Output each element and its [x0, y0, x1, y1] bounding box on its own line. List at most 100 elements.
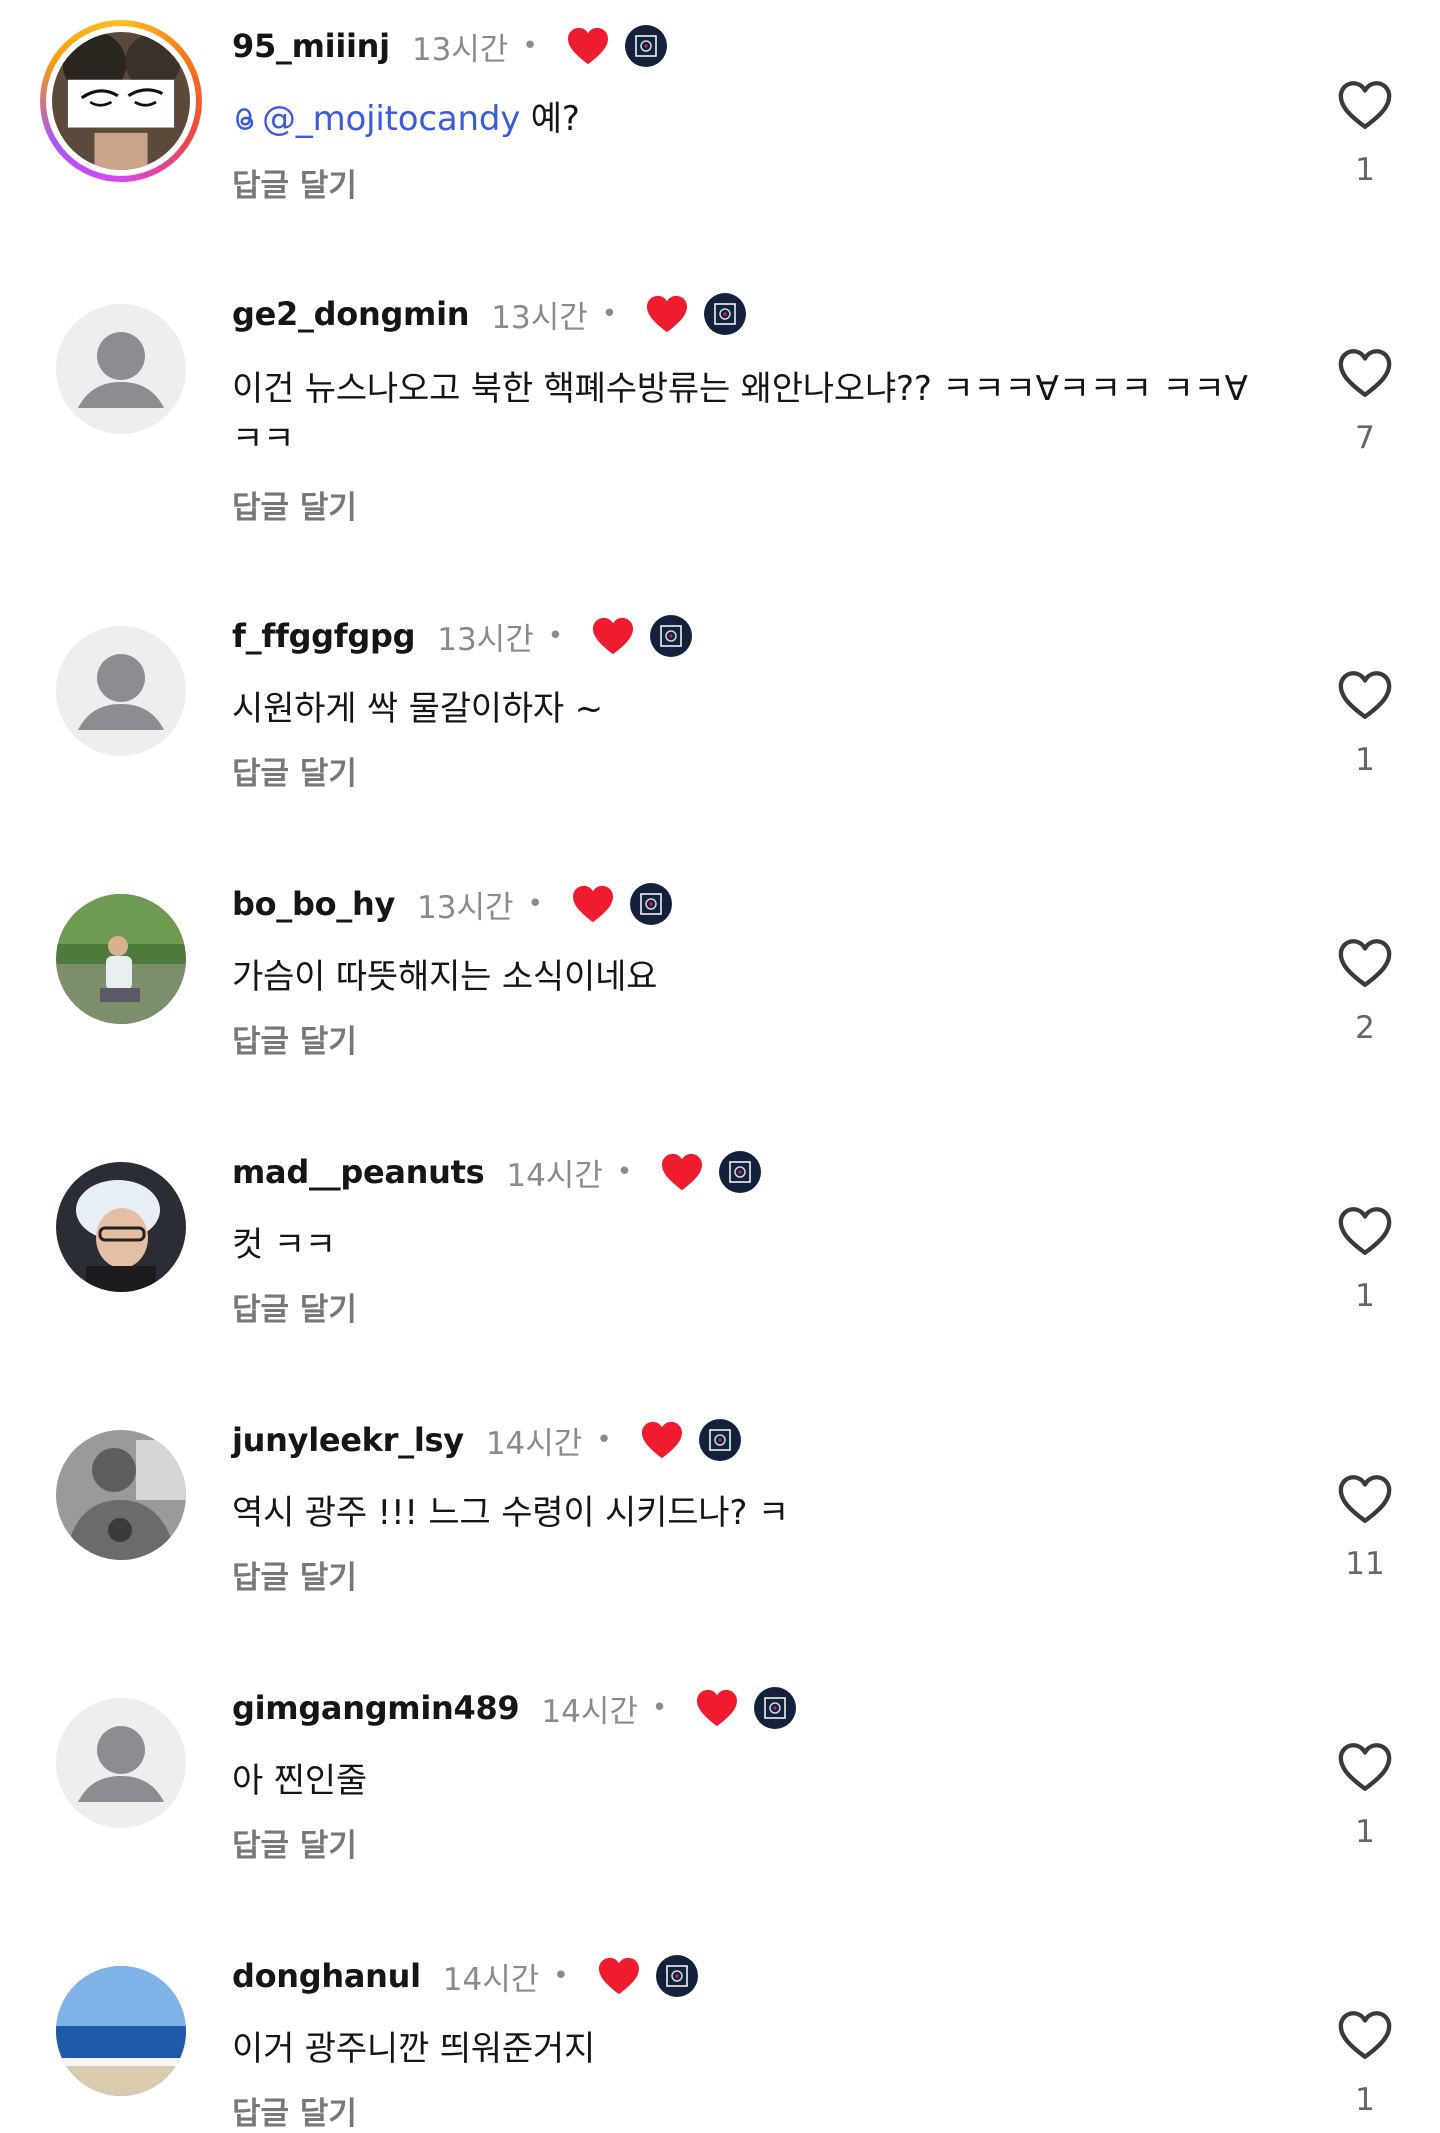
comment-text: 컷 ㅋㅋ [232, 1225, 336, 1265]
comment-meta: gimgangmin489 14시간 • [232, 1686, 797, 1730]
creator-liked-heart-icon [572, 885, 613, 923]
username[interactable]: 95_miiinj [232, 27, 390, 65]
like-count: 11 [1345, 1546, 1385, 1582]
separator-dot: • [553, 1961, 569, 1991]
reply-button[interactable]: 답글 달기 [232, 160, 357, 205]
comment-text: @_mojitocandy 예? [232, 94, 1272, 144]
comment-text: 이건 뉴스나오고 북한 핵폐수방류는 왜안나오냐?? ㅋㅋㅋ∀ㅋㅋㅋ ㅋㅋ∀ㅋㅋ [232, 369, 1248, 459]
separator-dot: • [522, 31, 538, 61]
author-avatar-icon [650, 615, 693, 657]
reply-button[interactable]: 답글 달기 [232, 1552, 357, 1597]
avatar[interactable] [56, 1162, 186, 1292]
author-avatar-icon [754, 1687, 797, 1729]
author-avatar-icon [698, 1419, 741, 1461]
like-count: 1 [1355, 2082, 1375, 2118]
comment-text: 아 찐인줄 [232, 1761, 367, 1801]
avatar[interactable] [56, 1966, 186, 2096]
timestamp: 13시간 [437, 621, 534, 658]
avatar[interactable] [56, 304, 186, 434]
creator-liked-heart-icon [647, 295, 688, 333]
timestamp: 14시간 [442, 1961, 540, 1998]
avatar[interactable] [56, 1698, 186, 1828]
heart-outline-icon[interactable] [1336, 936, 1394, 990]
separator-dot: • [616, 1157, 633, 1187]
default-avatar-icon [56, 1698, 186, 1828]
username[interactable]: f_ffggfgpg [232, 617, 416, 655]
author-avatar-icon [624, 25, 667, 67]
avatar-image [56, 1430, 186, 1560]
heart-outline-icon[interactable] [1336, 1204, 1394, 1258]
creator-liked-heart-icon [662, 1153, 703, 1191]
avatar[interactable] [56, 626, 186, 756]
creator-liked-heart-icon [598, 1957, 639, 1995]
avatar[interactable] [56, 894, 186, 1024]
author-avatar-icon [704, 293, 747, 335]
avatar[interactable] [40, 20, 202, 182]
separator-dot: • [596, 1425, 612, 1455]
mention-link[interactable]: @_mojitocandy [262, 99, 520, 139]
username[interactable]: bo_bo_hy [232, 885, 395, 923]
comment-meta: ge2_dongmin 13시간 • [232, 292, 747, 336]
heart-outline-icon[interactable] [1336, 668, 1394, 722]
creator-liked-heart-icon [697, 1689, 738, 1727]
separator-dot: • [527, 889, 543, 919]
creator-liked-heart-icon [641, 1421, 682, 1459]
avatar-image [56, 1966, 186, 2096]
timestamp: 13시간 [417, 889, 514, 926]
comment-text: 이거 광주니깐 띄워준거지 [232, 2029, 596, 2069]
comment-text: 역시 광주 !!! 느그 수령이 시키드나? ㅋ [232, 1493, 789, 1533]
timestamp: 14시간 [506, 1157, 603, 1194]
avatar-image [56, 1162, 186, 1292]
like-count: 2 [1355, 1010, 1375, 1046]
heart-outline-icon[interactable] [1336, 2008, 1394, 2062]
reply-button[interactable]: 답글 달기 [232, 482, 357, 527]
comment-meta: mad__peanuts 14시간 • [232, 1150, 762, 1194]
like-count: 1 [1355, 1814, 1375, 1850]
heart-outline-icon[interactable] [1336, 1472, 1394, 1526]
timestamp: 14시간 [485, 1425, 583, 1462]
comment-text-content: 예? [520, 99, 580, 139]
avatar-image [56, 894, 186, 1024]
username[interactable]: mad__peanuts [232, 1153, 485, 1191]
username[interactable]: ge2_dongmin [232, 295, 470, 333]
timestamp: 13시간 [411, 31, 509, 68]
comment-meta: 95_miiinj 13시간 • [232, 24, 668, 68]
like-count: 7 [1355, 420, 1375, 456]
comment-meta: junyleekr_lsy 14시간 • [232, 1418, 742, 1462]
author-avatar-icon [629, 883, 672, 925]
username[interactable]: junyleekr_lsy [232, 1421, 464, 1459]
reply-button[interactable]: 답글 달기 [232, 748, 357, 793]
creator-liked-heart-icon [593, 617, 634, 655]
default-avatar-icon [56, 304, 186, 434]
like-count: 1 [1355, 742, 1375, 778]
reply-button[interactable]: 답글 달기 [232, 1016, 357, 1061]
comment-text: 가슴이 따뜻해지는 소식이네요 [232, 957, 658, 997]
avatar-image [52, 32, 190, 170]
comment-meta: bo_bo_hy 13시간 • [232, 882, 673, 926]
heart-outline-icon[interactable] [1336, 1740, 1394, 1794]
comment-list: 95_miiinj 13시간 • @_mojitocandy 예? 답글 달기 … [0, 0, 1440, 2132]
reply-button[interactable]: 답글 달기 [232, 2088, 357, 2133]
reply-button[interactable]: 답글 달기 [232, 1820, 357, 1865]
separator-dot: • [547, 621, 564, 651]
default-avatar-icon [56, 626, 186, 756]
comment-meta: donghanul 14시간 • [232, 1954, 699, 1998]
heart-outline-icon[interactable] [1336, 346, 1394, 400]
comment-text: 시원하게 싹 물갈이하자 ~ [232, 689, 603, 729]
separator-dot: • [601, 299, 618, 329]
reply-button[interactable]: 답글 달기 [232, 1284, 357, 1329]
comment-meta: f_ffggfgpg 13시간 • [232, 614, 693, 658]
username[interactable]: gimgangmin489 [232, 1689, 520, 1727]
creator-liked-heart-icon [567, 27, 608, 65]
author-avatar-icon [719, 1151, 762, 1193]
username[interactable]: donghanul [232, 1957, 421, 1995]
avatar[interactable] [56, 1430, 186, 1560]
separator-dot: • [651, 1693, 668, 1723]
threads-icon [232, 99, 262, 139]
like-count: 1 [1355, 1278, 1375, 1314]
timestamp: 14시간 [541, 1693, 638, 1730]
timestamp: 13시간 [491, 299, 588, 336]
like-count: 1 [1355, 152, 1375, 188]
author-avatar-icon [655, 1955, 698, 1997]
heart-outline-icon[interactable] [1336, 78, 1394, 132]
